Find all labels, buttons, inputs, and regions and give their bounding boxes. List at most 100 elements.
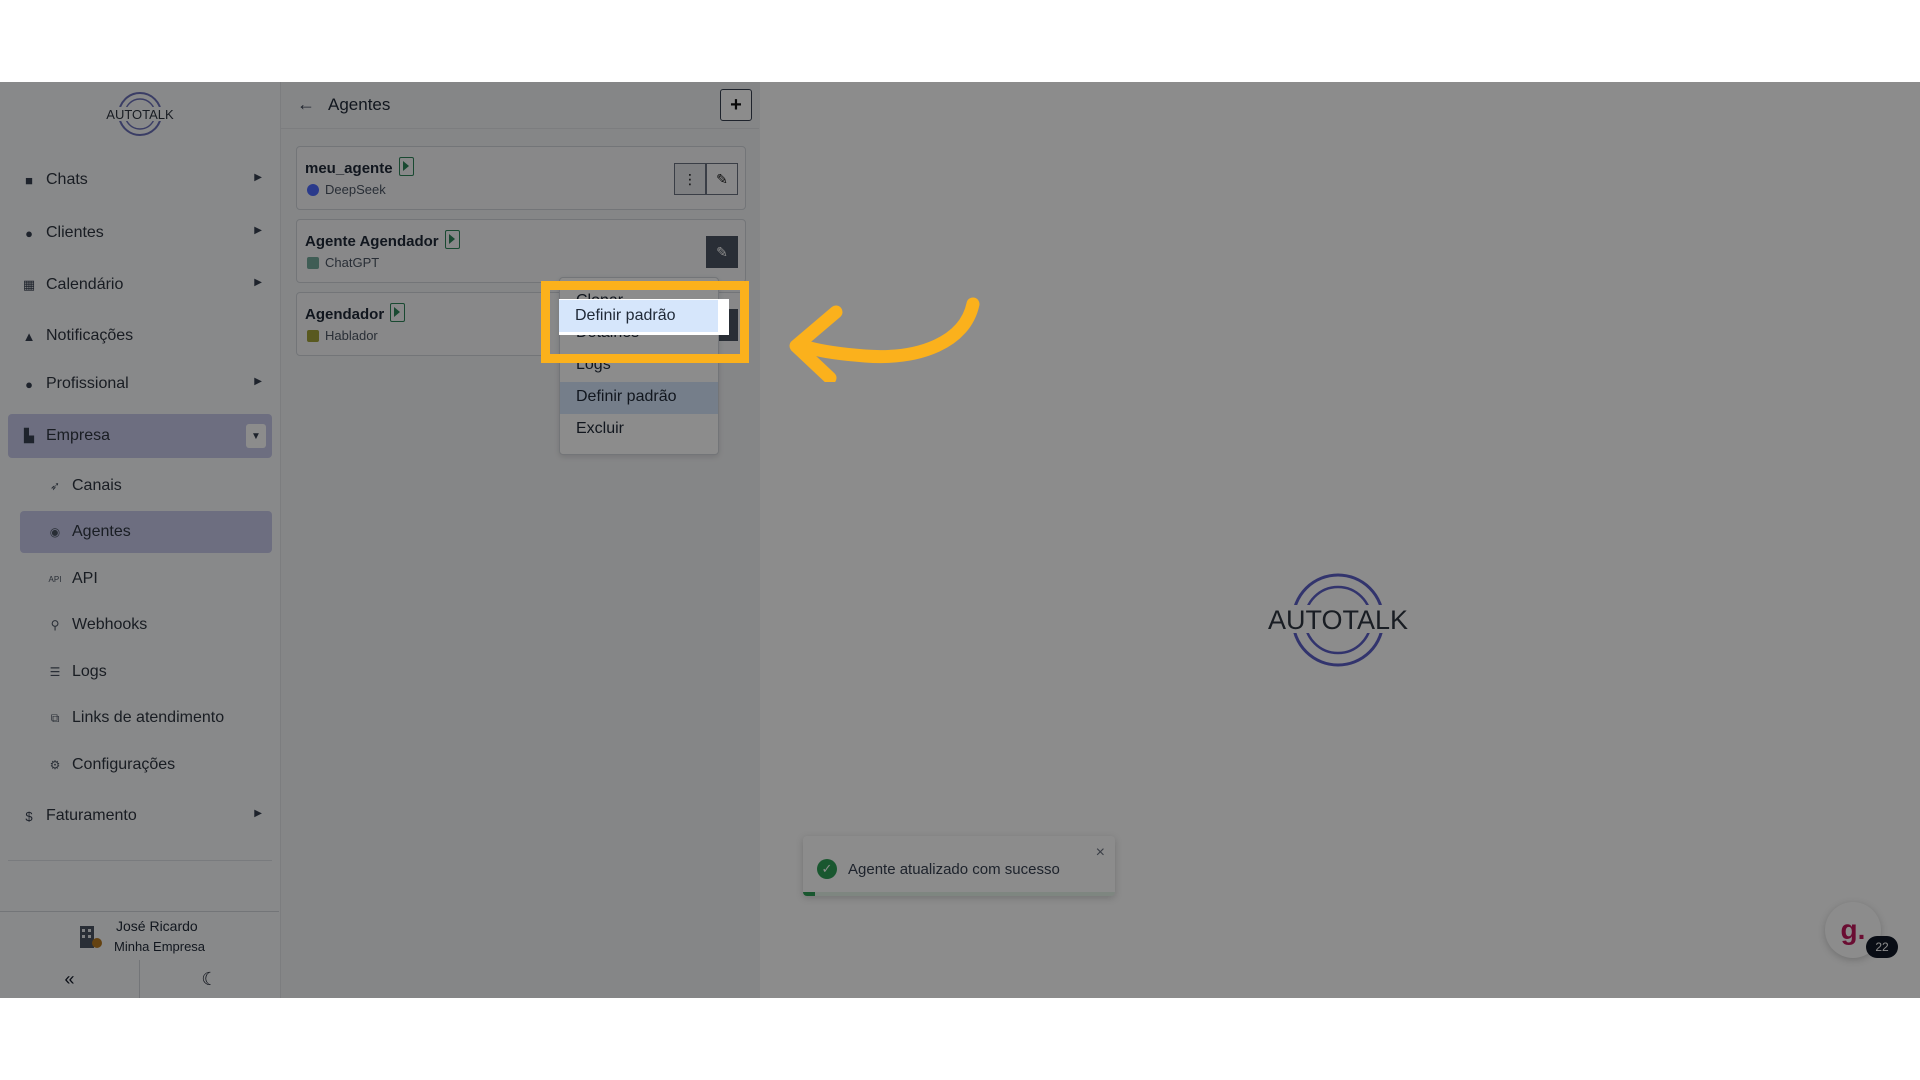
nav-clientes[interactable]: ● Clientes ▶ xyxy=(8,211,272,255)
play-icon[interactable] xyxy=(390,303,406,322)
play-icon[interactable] xyxy=(398,157,414,176)
nav-faturamento[interactable]: $ Faturamento ▶ xyxy=(8,794,272,838)
user-company: Minha Empresa xyxy=(114,939,206,954)
calendar-icon: ▦ xyxy=(22,277,36,292)
nav-label: Calendário xyxy=(46,276,124,293)
subnav-label: Webhooks xyxy=(72,616,148,633)
nav-label: Chats xyxy=(46,171,88,188)
chat-icon: ■ xyxy=(25,172,33,188)
nav-label: Empresa xyxy=(46,427,111,444)
subnav-label: Logs xyxy=(72,663,107,680)
caret-down-icon[interactable]: ▼ xyxy=(246,424,266,448)
subnav-label: Links de atendimento xyxy=(72,709,225,726)
toast-message: Agente atualizado com sucesso xyxy=(848,861,1060,878)
edit-icon: ✎ xyxy=(716,170,728,187)
agents-panel: ← Agentes + meu_agente DeepSeek ⋮ ✎ Agen… xyxy=(281,82,759,998)
subnav-links[interactable]: ⧉ Links de atendimento xyxy=(20,697,272,739)
check-circle-icon: ✓ xyxy=(817,859,837,879)
nav-chats[interactable]: ■ Chats ▶ xyxy=(8,158,272,202)
close-icon[interactable]: × xyxy=(1096,844,1105,862)
autotalk-logo-large: AUTOTALK xyxy=(1258,573,1418,667)
list-icon: ☰ xyxy=(49,665,61,679)
plus-icon: + xyxy=(730,93,742,116)
double-chevron-left-icon: « xyxy=(64,968,75,989)
building-icon: ▙ xyxy=(24,428,34,443)
subnav-agentes[interactable]: ◉ Agentes xyxy=(20,511,272,553)
subnav-label: Agentes xyxy=(72,523,131,540)
subnav-webhooks[interactable]: ⚲ Webhooks xyxy=(20,604,272,646)
edit-icon: ✎ xyxy=(716,243,728,260)
user-name: José Ricardo xyxy=(116,918,198,934)
agent-card[interactable]: Agente Agendador ChatGPT ✎ xyxy=(296,219,746,283)
add-agent-button[interactable]: + xyxy=(720,89,752,121)
nav-label: Profissional xyxy=(46,375,129,392)
play-icon[interactable] xyxy=(444,230,460,249)
panel-header: ← Agentes + xyxy=(281,82,759,129)
subnav-label: Configurações xyxy=(72,756,176,773)
nav-profissional[interactable]: ● Profissional ▶ xyxy=(8,362,272,406)
edit-button[interactable]: ✎ xyxy=(706,236,738,268)
kebab-icon: ⋮ xyxy=(683,170,697,187)
annotation-highlight-box xyxy=(541,281,749,363)
subnav-api[interactable]: API API xyxy=(20,558,272,600)
agent-model: Hablador xyxy=(307,328,378,343)
toast-progress-bar xyxy=(803,892,1115,896)
autotalk-logo: AUTOTALK xyxy=(100,92,180,136)
hablador-icon xyxy=(307,329,319,342)
moon-icon: ☾ xyxy=(201,968,218,989)
back-arrow-icon[interactable]: ← xyxy=(297,94,315,115)
agent-name: meu_agente xyxy=(305,157,414,177)
dollar-icon: $ xyxy=(25,808,33,824)
toast-progress-fill xyxy=(803,892,816,896)
agent-card[interactable]: meu_agente DeepSeek ⋮ ✎ xyxy=(296,146,746,210)
menu-item-definir-padrao[interactable]: Definir padrão xyxy=(576,388,677,406)
sidebar-divider xyxy=(8,860,272,861)
robot-icon: ◉ xyxy=(49,525,61,539)
nav-calendario[interactable]: ▦ Calendário ▶ xyxy=(8,263,272,307)
caret-right-icon: ▶ xyxy=(254,376,262,387)
subnav-label: Canais xyxy=(72,477,122,494)
bell-icon: ▲ xyxy=(22,328,36,344)
api-icon: API xyxy=(48,574,62,584)
agent-model: DeepSeek xyxy=(307,182,386,197)
nav-empresa[interactable]: ▙ Empresa ▼ xyxy=(8,414,272,458)
agent-model: ChatGPT xyxy=(307,255,379,270)
agent-name: Agendador xyxy=(305,303,406,323)
nav-label: Faturamento xyxy=(46,807,137,824)
help-letter: g. xyxy=(1840,914,1866,945)
rocket-icon: ➶ xyxy=(49,479,61,493)
chatgpt-icon xyxy=(307,256,319,269)
dark-mode-toggle[interactable]: ☾ xyxy=(140,960,279,998)
panel-title: Agentes xyxy=(328,95,391,114)
caret-right-icon: ▶ xyxy=(254,808,262,819)
subnav-label: API xyxy=(72,570,98,587)
card-actions: ✎ xyxy=(706,236,738,268)
user-avatar-icon xyxy=(80,926,102,948)
user-profile[interactable]: José Ricardo Minha Empresa xyxy=(0,911,279,961)
svg-text:AUTOTALK: AUTOTALK xyxy=(1268,605,1408,635)
success-toast: ✓ Agente atualizado com sucesso × xyxy=(803,836,1115,896)
app-window: AUTOTALK ■ Chats ▶ ● Clientes ▶ ▦ Calend… xyxy=(0,82,1920,998)
edit-button[interactable]: ✎ xyxy=(706,163,738,195)
menu-item-excluir[interactable]: Excluir xyxy=(576,420,624,438)
users-icon: ● xyxy=(25,225,33,241)
gear-icon: ⚙ xyxy=(49,758,61,772)
nav-label: Notificações xyxy=(46,327,134,344)
professional-icon: ● xyxy=(25,376,33,392)
notification-count-badge: 22 xyxy=(1866,936,1898,958)
nav-label: Clientes xyxy=(46,224,104,241)
caret-right-icon: ▶ xyxy=(254,225,262,236)
subnav-configuracoes[interactable]: ⚙ Configurações xyxy=(20,744,272,786)
more-options-button[interactable]: ⋮ xyxy=(674,163,706,195)
webhook-icon: ⚲ xyxy=(50,618,60,632)
deepseek-icon xyxy=(307,183,319,196)
annotation-arrow-icon xyxy=(789,297,980,382)
card-actions: ⋮ ✎ xyxy=(674,163,738,195)
svg-text:AUTOTALK: AUTOTALK xyxy=(106,107,174,122)
nav-notificacoes[interactable]: ▲ Notificações xyxy=(8,314,272,358)
subnav-logs[interactable]: ☰ Logs xyxy=(20,651,272,693)
collapse-sidebar-button[interactable]: « xyxy=(0,960,140,998)
caret-right-icon: ▶ xyxy=(254,277,262,288)
agent-name: Agente Agendador xyxy=(305,230,460,250)
subnav-canais[interactable]: ➶ Canais xyxy=(20,465,272,507)
